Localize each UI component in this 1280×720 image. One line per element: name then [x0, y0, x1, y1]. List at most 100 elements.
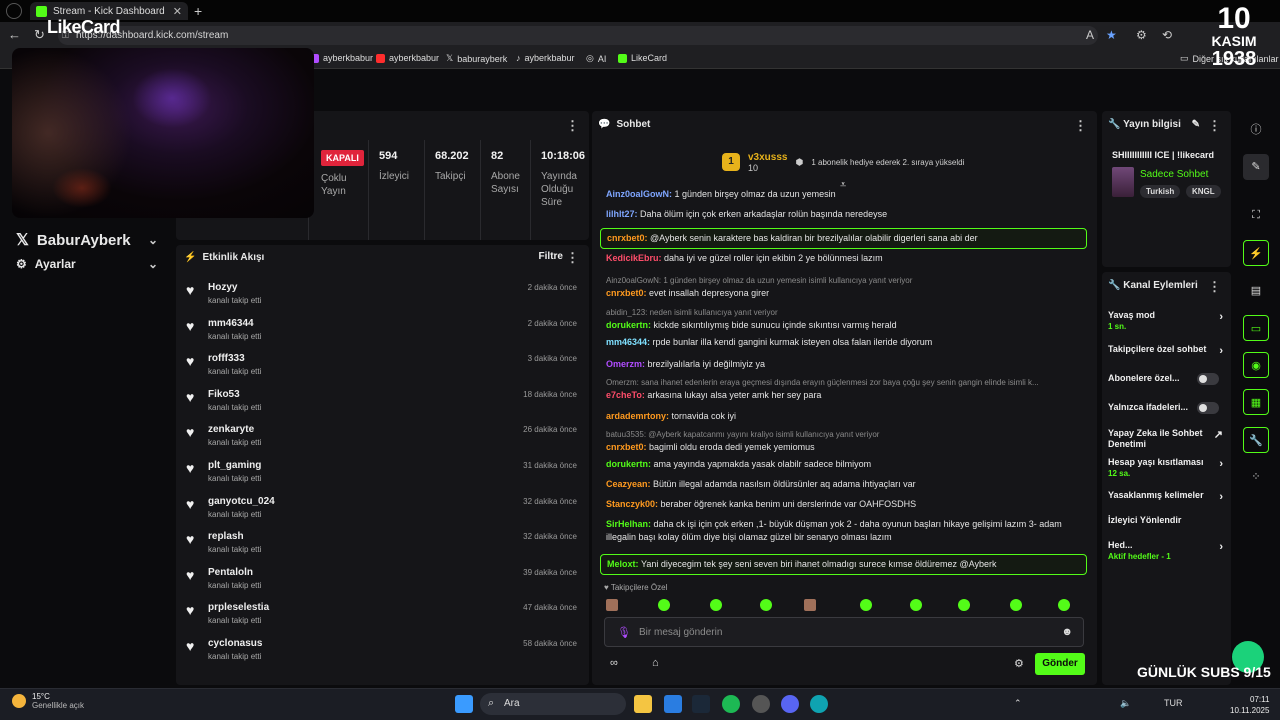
favorite-star-icon[interactable]: ★: [1106, 28, 1117, 42]
windows-start-icon[interactable]: [455, 695, 473, 713]
chat-input[interactable]: 🎙 Bir mesaj gönderin ☻: [604, 617, 1084, 647]
volume-icon[interactable]: 🔈: [1120, 698, 1131, 709]
chat-message[interactable]: ardademrtony: tornavida cok iyi: [606, 410, 1087, 423]
photos-icon[interactable]: [664, 695, 682, 713]
more-options-icon[interactable]: ⋮: [566, 118, 579, 134]
channel-action-row[interactable]: Takipçilere özel sohbet ›: [1108, 344, 1225, 357]
activity-item[interactable]: ♥ Hozyy kanalı takip etti 2 dakika önce: [176, 271, 589, 307]
chat-username[interactable]: ardademrtony: [606, 411, 666, 421]
chat-message[interactable]: Omerzm: brezilyalılarla iyi değilmiyiz y…: [606, 358, 1087, 371]
obs-icon[interactable]: [752, 695, 770, 713]
more-options-icon[interactable]: ⋮: [1074, 118, 1087, 134]
send-button[interactable]: Gönder: [1035, 653, 1085, 675]
new-tab-icon[interactable]: +: [194, 3, 202, 19]
chat-username[interactable]: e7cheTo: [606, 390, 642, 400]
chat-message[interactable]: SirHelhan: daha ck işi için çok erken ,1…: [606, 518, 1087, 544]
chat-message[interactable]: KedicikEbru: daha iyi ve güzel roller iç…: [606, 252, 1087, 265]
layers-icon[interactable]: ▦: [1243, 389, 1269, 415]
channel-action-row[interactable]: Yapay Zeka ile Sohbet Denetimi ↗: [1108, 428, 1225, 450]
microphone-icon[interactable]: 🎙: [617, 626, 631, 639]
activity-item[interactable]: ♥ rofff333 kanalı takip etti 3 dakika önce: [176, 342, 589, 378]
bookmark-item[interactable]: ◎ AI: [586, 53, 606, 64]
bookmark-item[interactable]: 𝕏baburayberk: [446, 53, 507, 64]
chat-message[interactable]: dorukertn: ama yayında yapmakda yasak ol…: [606, 458, 1087, 471]
screen-capture-icon[interactable]: ⛶: [1243, 202, 1269, 228]
address-bar[interactable]: https://dashboard.kick.com/stream: [58, 26, 1098, 45]
chat-message[interactable]: lilhlt27: Daha ölüm için çok erken arkad…: [606, 208, 1087, 221]
settings-menu[interactable]: ⚙ Ayarlar ⌄: [16, 257, 158, 271]
chat-username[interactable]: KedicikEbru: [606, 253, 659, 263]
discord-icon[interactable]: [781, 695, 799, 713]
chat-message[interactable]: abidin_123: neden isimli kullanıcıya yan…: [606, 306, 1087, 332]
info-icon[interactable]: ⓘ: [1243, 117, 1269, 143]
browser-profile-icon[interactable]: [6, 3, 22, 19]
system-clock[interactable]: 07:11 10.11.2025: [1230, 694, 1269, 716]
channel-action-row[interactable]: Yalnızca ifadeleri...: [1108, 402, 1225, 414]
channel-action-row[interactable]: Yasaklanmış kelimeler ›: [1108, 490, 1225, 503]
language-indicator[interactable]: TUR: [1164, 698, 1183, 708]
chat-message[interactable]: Stanczyk00: beraber öğrenek kanka benim …: [606, 498, 1087, 511]
file-explorer-icon[interactable]: [634, 695, 652, 713]
more-options-icon[interactable]: ⋮: [566, 250, 579, 266]
bookmark-item[interactable]: LikeCard: [618, 53, 667, 63]
kick-coins-icon[interactable]: ∞: [610, 657, 618, 669]
chat-username[interactable]: SirHelhan: [606, 519, 648, 529]
taskbar-search[interactable]: ⌕ Ara: [480, 693, 626, 715]
emote-icon[interactable]: [860, 599, 872, 611]
activity-item[interactable]: ♥ ganyotcu_024 kanalı takip etti 32 dakika …: [176, 485, 589, 521]
chat-settings-icon[interactable]: ⚙: [1014, 657, 1024, 670]
chat-username[interactable]: Stanczyk00: [606, 499, 655, 509]
chat-message[interactable]: Omerzm: sana ihanet edenlerin eraya geçm…: [606, 376, 1087, 402]
kick-coins-icon[interactable]: ⁘: [1243, 464, 1269, 490]
close-tab-icon[interactable]: ✕: [173, 5, 182, 18]
emote-icon[interactable]: [958, 599, 970, 611]
chat-username[interactable]: lilhlt27: [606, 209, 635, 219]
lightning-icon[interactable]: ⚡: [1243, 240, 1269, 266]
steam-icon[interactable]: [692, 695, 710, 713]
spotify-icon[interactable]: [722, 695, 740, 713]
chat-username[interactable]: cnrxbet0: [607, 233, 645, 243]
chat-username[interactable]: dorukertn: [606, 320, 648, 330]
read-aloud-icon[interactable]: A: [1086, 28, 1094, 42]
toggle-switch[interactable]: [1197, 373, 1219, 385]
chat-username[interactable]: mm46344: [606, 337, 647, 347]
back-icon[interactable]: ←: [8, 27, 21, 42]
edge-icon[interactable]: [810, 695, 828, 713]
emote-icon[interactable]: [1058, 599, 1070, 611]
activity-item[interactable]: ♥ Fiko53 kanalı takip etti 18 dakika önce: [176, 378, 589, 414]
chat-message[interactable]: Meloxt: Yani diyecegim tek şey seni seve…: [600, 554, 1087, 575]
chat-username[interactable]: cnrxbet0: [606, 442, 644, 452]
emote-icon[interactable]: [606, 599, 618, 611]
emoji-icon[interactable]: ☻: [1061, 626, 1073, 638]
extensions-icon[interactable]: ⚙: [1136, 28, 1147, 42]
channel-action-row[interactable]: Yavaş mod 1 sn. ›: [1108, 310, 1225, 332]
chat-message[interactable]: Ceazyean: Bütün illegal adamda nasılsın …: [606, 478, 1087, 491]
bookmark-item[interactable]: ayberkbabur: [376, 53, 439, 63]
bookmark-item[interactable]: ayberkbabur: [310, 53, 373, 63]
activity-item[interactable]: ♥ cyclonasus kanalı takip etti 58 dakika ön…: [176, 627, 589, 663]
chat-message[interactable]: Ainz0oalGowN: 1 günden birşey olmaz da u…: [606, 274, 1087, 300]
filter-button[interactable]: Filtre: [539, 251, 563, 262]
chat-username[interactable]: Ainz0oalGowN: [606, 189, 669, 199]
channel-action-row[interactable]: Hesap yaşı kısıtlaması 12 sa. ›: [1108, 457, 1225, 479]
emote-icon[interactable]: [658, 599, 670, 611]
activity-item[interactable]: ♥ replash kanalı takip etti 32 dakika önce: [176, 520, 589, 556]
emote-icon[interactable]: [910, 599, 922, 611]
chat-username[interactable]: Meloxt: [607, 559, 636, 569]
chat-username[interactable]: dorukertn: [606, 459, 648, 469]
chat-message[interactable]: mm46344: rpde bunlar illa kendi gangini …: [606, 336, 1087, 349]
tray-chevron-icon[interactable]: ⌃: [1014, 698, 1022, 709]
more-options-icon[interactable]: ⋮: [1208, 118, 1221, 134]
edit-icon[interactable]: ✎: [1192, 119, 1200, 130]
chat-icon[interactable]: ▭: [1243, 315, 1269, 341]
activity-item[interactable]: ♥ plt_gaming kanalı takip etti 31 dakika ön…: [176, 449, 589, 485]
history-icon[interactable]: ⟲: [1162, 28, 1172, 42]
category-name[interactable]: Sadece Sohbet: [1140, 169, 1208, 180]
emote-icon[interactable]: [1010, 599, 1022, 611]
broadcast-icon[interactable]: ◉: [1243, 352, 1269, 378]
chat-message[interactable]: batuu3535: @Ayberk kapatcanmı yayını kra…: [606, 428, 1087, 454]
more-options-icon[interactable]: ⋮: [1208, 279, 1221, 295]
activity-item[interactable]: ♥ prpleselestia kanalı takip etti 47 dakika…: [176, 591, 589, 627]
refresh-icon[interactable]: ↻: [34, 27, 45, 43]
bookmark-item[interactable]: ♪ ayberkbabur: [516, 53, 575, 63]
